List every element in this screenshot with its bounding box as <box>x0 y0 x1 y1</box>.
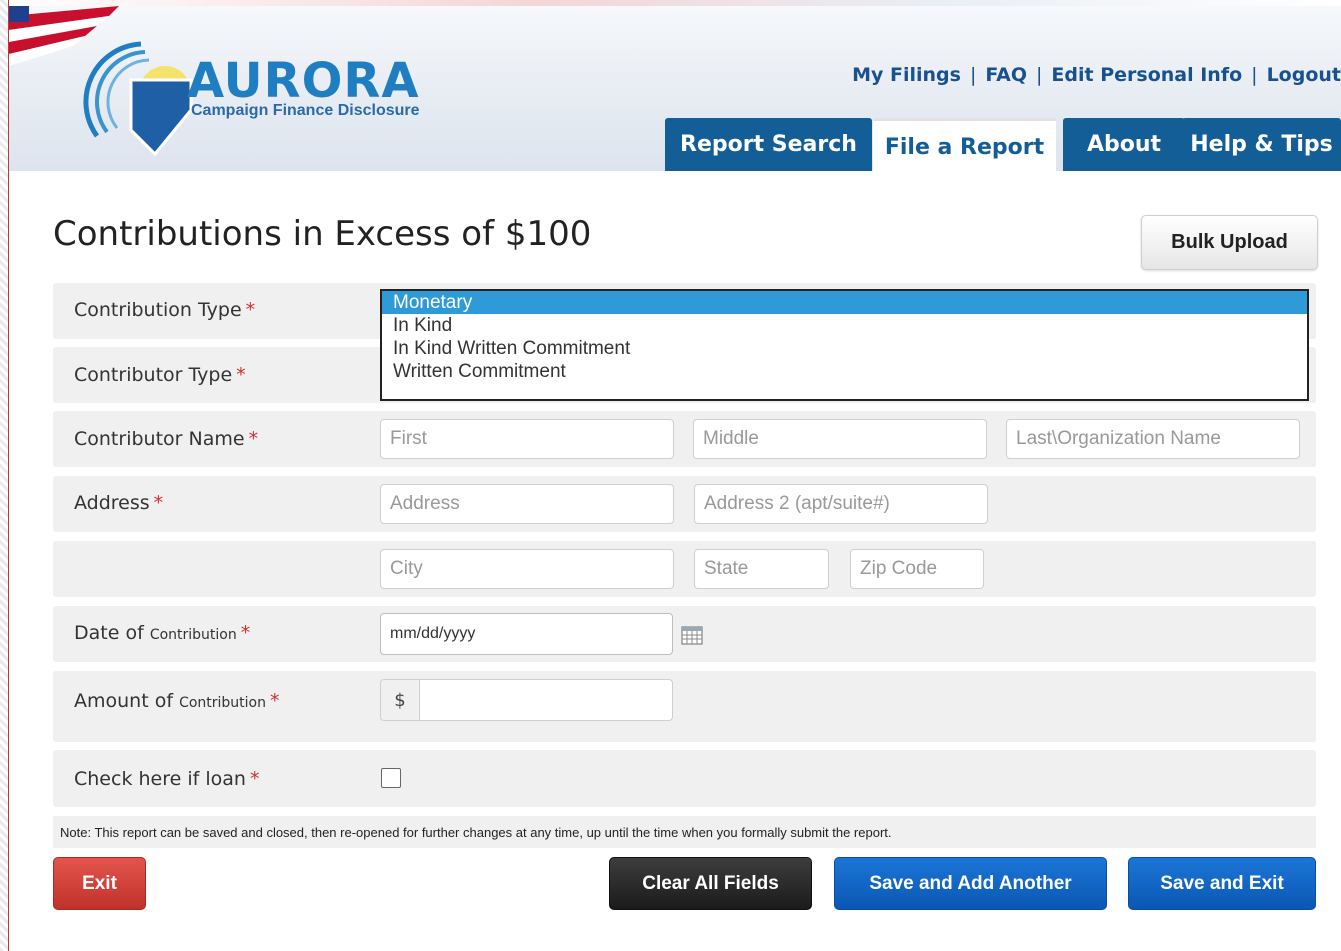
zip-code-field[interactable]: Zip Code <box>850 549 984 589</box>
contribution-type-label: Contribution Type * <box>74 299 256 321</box>
save-and-exit-button[interactable]: Save and Exit <box>1128 857 1316 910</box>
amount-label: Amount of Contribution * <box>74 690 280 712</box>
city-state-zip-row <box>53 541 1316 597</box>
faq-link[interactable]: FAQ <box>985 64 1027 86</box>
link-separator: | <box>1251 64 1258 86</box>
tab-about[interactable]: About <box>1063 118 1185 171</box>
loan-label: Check here if loan * <box>74 768 260 790</box>
state-field[interactable]: State <box>694 549 829 589</box>
tab-file-a-report[interactable]: File a Report <box>873 118 1056 174</box>
logout-link[interactable]: Logout <box>1267 64 1341 86</box>
clear-all-fields-button[interactable]: Clear All Fields <box>609 857 812 910</box>
amount-field[interactable] <box>419 679 673 721</box>
contributor-type-label: Contributor Type * <box>74 364 246 386</box>
city-field[interactable]: City <box>380 549 674 589</box>
edit-personal-info-link[interactable]: Edit Personal Info <box>1051 64 1242 86</box>
loan-checkbox[interactable] <box>381 768 401 788</box>
date-label: Date of Contribution * <box>74 622 251 644</box>
option-in-kind-written-commitment[interactable]: In Kind Written Commitment <box>382 337 1307 360</box>
last-name-field[interactable]: Last\Organization Name <box>1006 419 1300 459</box>
option-in-kind[interactable]: In Kind <box>382 314 1307 337</box>
address-row: Address * <box>53 476 1316 532</box>
address2-field[interactable]: Address 2 (apt/suite#) <box>694 484 988 524</box>
my-filings-link[interactable]: My Filings <box>852 64 961 86</box>
option-written-commitment[interactable]: Written Commitment <box>382 360 1307 383</box>
page-title: Contributions in Excess of $100 <box>53 214 592 254</box>
option-monetary[interactable]: Monetary <box>382 291 1307 314</box>
save-and-add-another-button[interactable]: Save and Add Another <box>834 857 1107 910</box>
link-separator: | <box>969 64 977 86</box>
middle-name-field[interactable]: Middle <box>693 419 987 459</box>
date-field[interactable]: mm/dd/yyyy <box>380 613 673 655</box>
address-field[interactable]: Address <box>380 484 674 524</box>
tab-help-and-tips[interactable]: Help & Tips <box>1182 118 1341 171</box>
brand-title: AURORA <box>187 53 420 109</box>
site-header: AURORA Campaign Finance Disclosure My Fi… <box>9 6 1341 174</box>
bulk-upload-button[interactable]: Bulk Upload <box>1141 215 1318 270</box>
exit-button[interactable]: Exit <box>53 857 146 910</box>
amount-row: Amount of Contribution * <box>53 671 1316 742</box>
tab-report-search[interactable]: Report Search <box>665 118 872 171</box>
first-name-field[interactable]: First <box>380 419 674 459</box>
calendar-icon[interactable] <box>681 625 703 645</box>
contribution-type-listbox[interactable]: Monetary In Kind In Kind Written Commitm… <box>380 289 1309 401</box>
page-left-border <box>0 0 9 951</box>
currency-addon: $ <box>380 679 420 721</box>
brand-subtitle: Campaign Finance Disclosure <box>191 102 420 119</box>
save-note: Note: This report can be saved and close… <box>53 816 1316 848</box>
address-label: Address * <box>74 492 164 514</box>
contributor-name-label: Contributor Name * <box>74 428 259 450</box>
loan-row: Check here if loan * <box>53 750 1316 807</box>
top-links: My Filings | FAQ | Edit Personal Info | … <box>852 64 1341 86</box>
link-separator: | <box>1036 64 1043 86</box>
